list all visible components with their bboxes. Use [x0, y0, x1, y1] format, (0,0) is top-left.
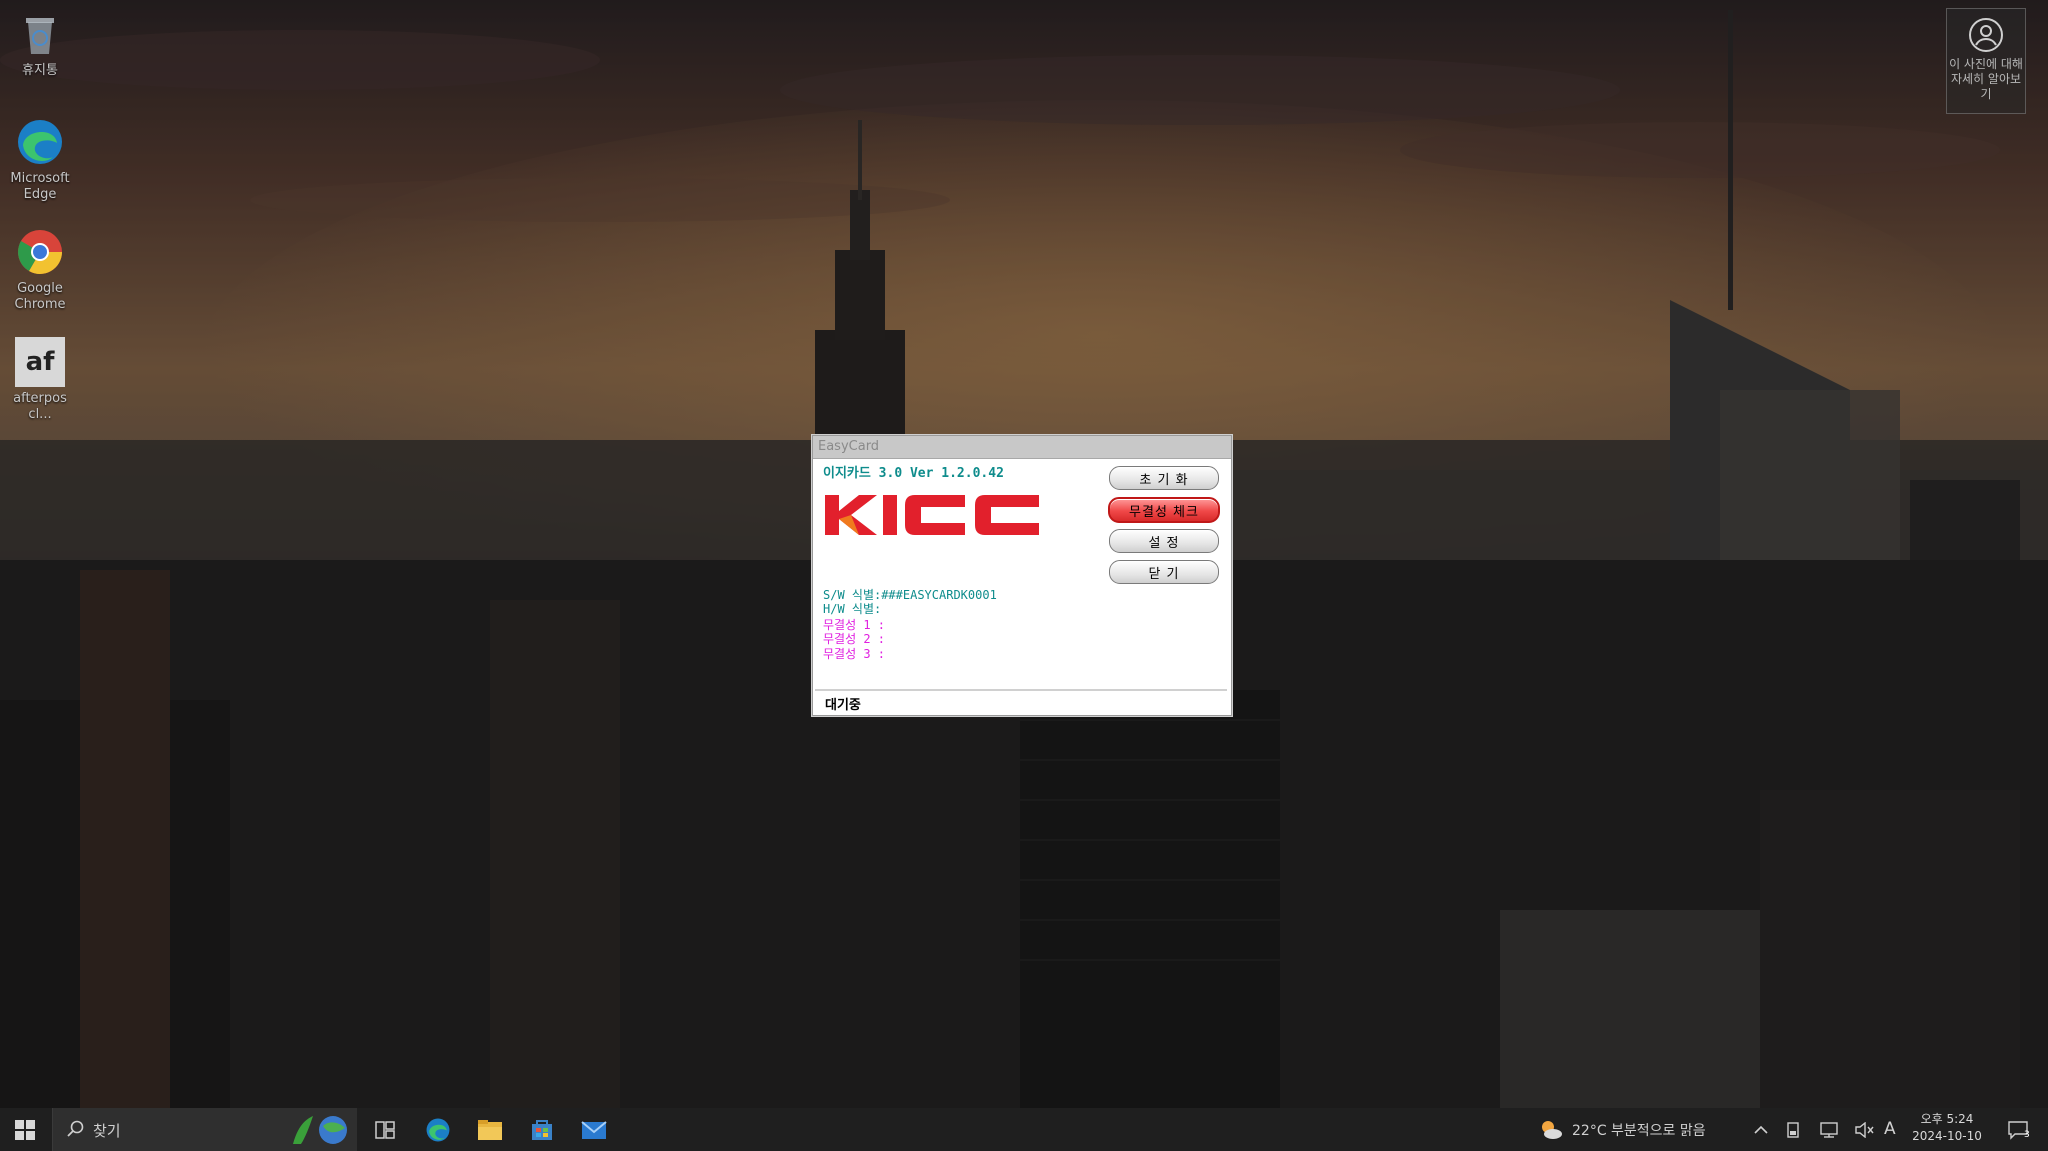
taskbar: 찾기 22°C 부분적으로 맑음 A 오후 5:24 2024-10-10 3: [0, 1108, 2048, 1151]
network-button[interactable]: [1814, 1108, 1844, 1151]
desktop-icon-recycle-bin[interactable]: 휴지통: [0, 8, 80, 79]
clock-date: 2024-10-10: [1912, 1129, 1982, 1143]
hw-id-label: H/W 식별:: [823, 602, 882, 616]
integrity-3-label: 무결성 3 :: [823, 647, 886, 661]
search-icon: [67, 1120, 84, 1137]
window-title: EasyCard: [818, 439, 880, 454]
settings-button[interactable]: 설 정: [1109, 529, 1219, 553]
volume-button[interactable]: [1850, 1108, 1878, 1151]
taskbar-file-explorer[interactable]: [468, 1108, 512, 1151]
status-text: 대기중: [825, 698, 861, 713]
desktop-icon-label: Microsoft Edge: [10, 171, 70, 202]
taskbar-mail[interactable]: [572, 1108, 616, 1151]
learn-about-photo-widget[interactable]: 이 사진에 대해 자세히 알아보기: [1946, 8, 2026, 114]
sw-id-label: S/W 식별:###EASYCARDK0001: [823, 588, 997, 602]
edge-icon: [14, 116, 66, 168]
search-placeholder: 찾기: [93, 1122, 121, 1140]
partly-sunny-icon: [1542, 1120, 1562, 1139]
taskbar-store[interactable]: [520, 1108, 564, 1151]
device-icon: [1787, 1121, 1799, 1138]
task-view-icon: [375, 1120, 395, 1139]
camera-lens-icon: [1969, 18, 2003, 52]
battery-button[interactable]: [1780, 1108, 1806, 1151]
show-hidden-icons-button[interactable]: [1748, 1108, 1774, 1151]
desktop-icon-chrome[interactable]: Google Chrome: [0, 226, 80, 313]
notification-count: 3: [2024, 1130, 2030, 1140]
store-icon: [532, 1119, 552, 1140]
integrity-check-button[interactable]: 무결성 체크: [1108, 497, 1220, 523]
desktop-icon-label: Google Chrome: [14, 281, 66, 312]
easycard-window: EasyCard 이지카드 3.0 Ver 1.2.0.42 초 기 화 무결성…: [812, 435, 1232, 716]
widget-label: 이 사진에 대해 자세히 알아보기: [1949, 57, 2023, 101]
status-bar: 대기중: [815, 689, 1227, 713]
afterpos-icon: af: [14, 336, 66, 388]
recycle-bin-icon: [14, 8, 66, 60]
task-view-button[interactable]: [364, 1108, 406, 1151]
clock[interactable]: 오후 5:24 2024-10-10: [1904, 1111, 1990, 1145]
desktop-icon-edge[interactable]: Microsoft Edge: [0, 116, 80, 203]
taskbar-edge[interactable]: [416, 1108, 460, 1151]
window-titlebar[interactable]: EasyCard: [813, 436, 1231, 459]
weather-text[interactable]: 22°C 부분적으로 맑음: [1572, 1120, 1706, 1140]
edge-icon: [426, 1118, 450, 1141]
network-icon: [1820, 1121, 1838, 1138]
reset-button[interactable]: 초 기 화: [1109, 466, 1219, 490]
close-button[interactable]: 닫 기: [1109, 560, 1219, 584]
desktop: 휴지통 Microsoft Edge Google Chrome af afte: [0, 0, 2048, 1151]
chrome-icon: [14, 226, 66, 278]
file-explorer-icon: [478, 1119, 502, 1140]
start-button[interactable]: [0, 1108, 50, 1151]
version-label: 이지카드 3.0 Ver 1.2.0.42: [823, 466, 1004, 481]
kicc-logo: [825, 495, 1039, 535]
integrity-1-label: 무결성 1 :: [823, 618, 886, 632]
chevron-up-icon: [1754, 1125, 1768, 1134]
search-box[interactable]: 찾기: [52, 1108, 357, 1151]
volume-muted-icon: [1855, 1121, 1874, 1138]
desktop-icon-label: 휴지통: [22, 63, 58, 78]
easycard-content: 이지카드 3.0 Ver 1.2.0.42 초 기 화 무결성 체크 설 정 닫…: [813, 459, 1231, 689]
integrity-2-label: 무결성 2 :: [823, 632, 886, 646]
mail-icon: [581, 1120, 607, 1139]
search-highlight-icon: [293, 1116, 347, 1144]
weather-button[interactable]: [1536, 1108, 1566, 1151]
windows-logo-icon: [15, 1119, 35, 1140]
ime-indicator[interactable]: A: [1884, 1119, 1896, 1139]
notification-center-button[interactable]: 3: [1998, 1108, 2038, 1151]
desktop-icon-afterpos[interactable]: af afterpos cl...: [0, 336, 80, 423]
clock-time: 오후 5:24: [1920, 1112, 1974, 1126]
desktop-icon-label: afterpos cl...: [13, 391, 67, 422]
